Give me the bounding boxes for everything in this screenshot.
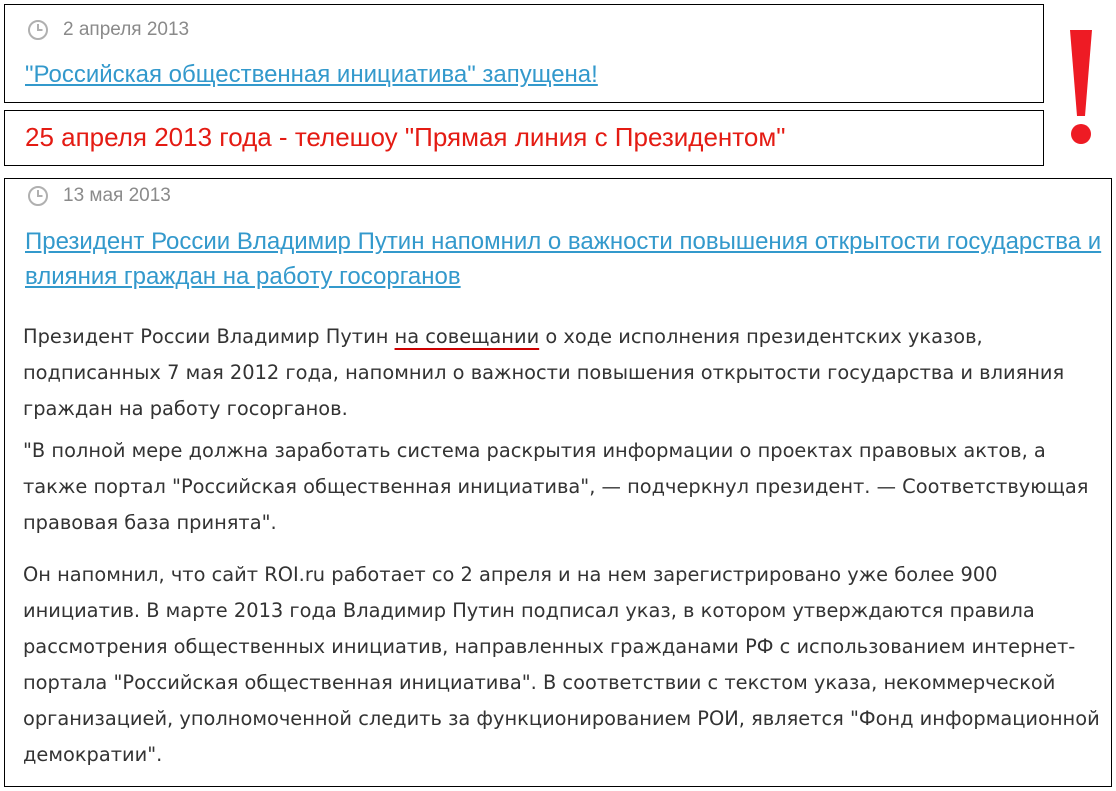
news-title-link[interactable]: Президент России Владимир Путин напомнил… xyxy=(25,224,1105,294)
article-paragraph-1: Президент России Владимир Путин на совещ… xyxy=(23,319,1113,427)
paragraph-text: Президент России Владимир Путин xyxy=(23,325,395,348)
news-date: 13 мая 2013 xyxy=(63,185,171,206)
news-date-row: 2 апреля 2013 xyxy=(27,19,189,41)
article-paragraph-2: "В полной мере должна заработать система… xyxy=(23,439,1089,534)
clock-icon xyxy=(28,186,48,206)
exclamation-icon xyxy=(1070,30,1092,144)
highlighted-phrase: на совещании xyxy=(394,325,540,348)
article-body: Президент России Владимир Путин на совещ… xyxy=(23,319,1113,773)
news-date: 2 апреля 2013 xyxy=(63,19,190,40)
news-title-link[interactable]: "Российская общественная инициатива" зап… xyxy=(25,57,598,92)
news-date-row: 13 мая 2013 xyxy=(27,185,171,207)
news-item-1: 2 апреля 2013 "Российская общественная и… xyxy=(4,4,1044,103)
announcement-banner: 25 апреля 2013 года - телешоу "Прямая ли… xyxy=(4,110,1044,166)
article-paragraph-3: Он напомнил, что сайт ROI.ru работает со… xyxy=(23,563,1100,766)
clock-icon xyxy=(28,20,48,40)
announcement-text: 25 апреля 2013 года - телешоу "Прямая ли… xyxy=(25,122,786,152)
news-item-2: 13 мая 2013 Президент России Владимир Пу… xyxy=(4,178,1112,787)
